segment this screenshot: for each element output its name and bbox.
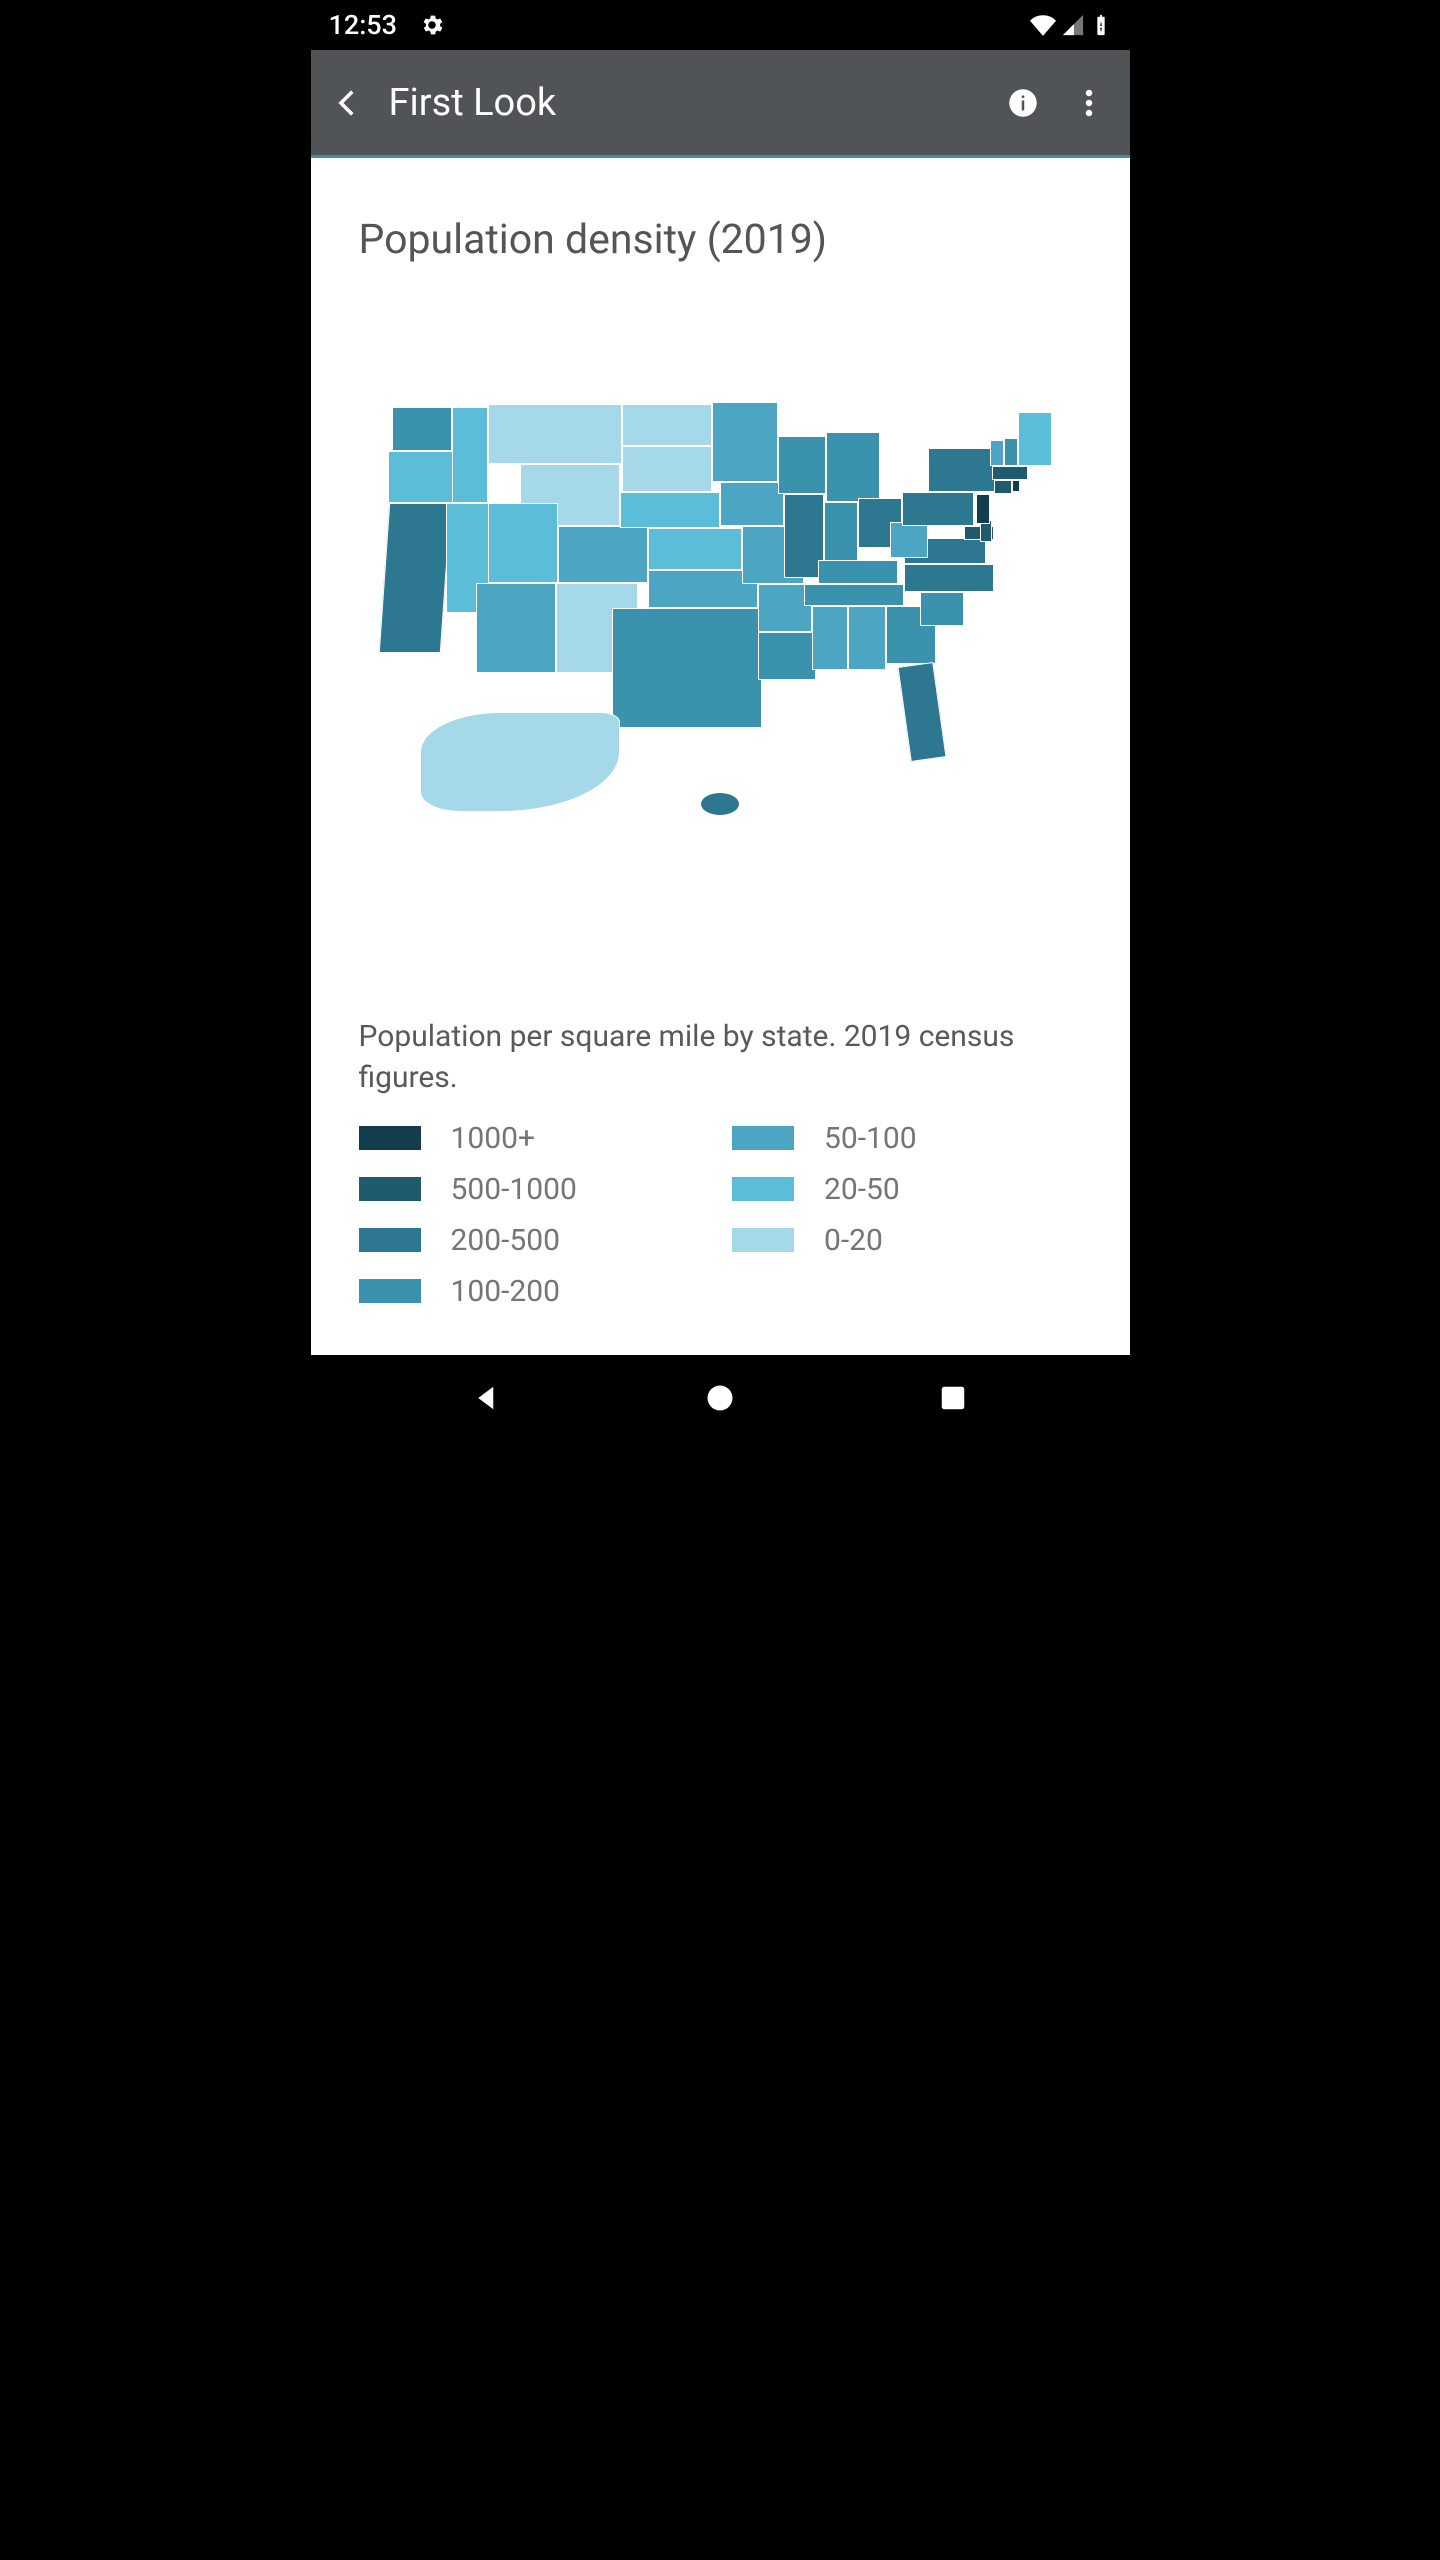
legend-swatch bbox=[359, 1279, 421, 1303]
state-LA[interactable] bbox=[758, 632, 816, 680]
app-title: First Look bbox=[389, 81, 978, 125]
state-NH[interactable] bbox=[1004, 438, 1018, 466]
legend-label: 1000+ bbox=[451, 1121, 535, 1156]
nav-recents-icon[interactable] bbox=[932, 1377, 974, 1419]
chart-title: Population density (2019) bbox=[359, 216, 1082, 264]
status-time: 12:53 bbox=[329, 9, 398, 41]
state-IA[interactable] bbox=[720, 482, 784, 526]
map-container bbox=[359, 292, 1082, 1012]
settings-icon bbox=[419, 12, 445, 38]
legend-item: 100-200 bbox=[359, 1274, 709, 1309]
state-HI[interactable] bbox=[700, 792, 740, 816]
state-AL[interactable] bbox=[848, 606, 886, 670]
legend-swatch bbox=[732, 1177, 794, 1201]
state-NE[interactable] bbox=[620, 492, 720, 528]
legend-title: Population per square mile by state. 201… bbox=[359, 1016, 1082, 1099]
legend-item: 20-50 bbox=[732, 1172, 1082, 1207]
more-icon[interactable] bbox=[1068, 82, 1110, 124]
state-TN[interactable] bbox=[804, 584, 904, 606]
state-WV[interactable] bbox=[890, 522, 928, 558]
legend-item: 0-20 bbox=[732, 1223, 1082, 1258]
legend-label: 50-100 bbox=[824, 1121, 917, 1156]
legend-label: 0-20 bbox=[824, 1223, 883, 1258]
state-SD[interactable] bbox=[622, 446, 712, 492]
legend-swatch bbox=[732, 1228, 794, 1252]
legend-label: 20-50 bbox=[824, 1172, 900, 1207]
legend-swatch bbox=[359, 1177, 421, 1201]
legend-item: 200-500 bbox=[359, 1223, 709, 1258]
state-KY[interactable] bbox=[818, 560, 898, 584]
state-NC[interactable] bbox=[904, 564, 994, 592]
state-UT[interactable] bbox=[488, 503, 558, 583]
state-MN[interactable] bbox=[712, 402, 778, 482]
nav-back-icon[interactable] bbox=[466, 1377, 508, 1419]
state-ID[interactable] bbox=[452, 407, 488, 503]
wifi-icon bbox=[1030, 12, 1056, 38]
legend-label: 200-500 bbox=[451, 1223, 560, 1258]
info-icon[interactable] bbox=[1002, 82, 1044, 124]
app-bar: First Look bbox=[311, 50, 1130, 158]
legend: Population per square mile by state. 201… bbox=[359, 1016, 1082, 1309]
legend-grid: 1000+ 50-100 500-1000 20-50 200-500 0-20 bbox=[359, 1121, 1082, 1309]
state-AK[interactable] bbox=[420, 712, 620, 812]
signal-icon bbox=[1062, 14, 1084, 36]
state-TX[interactable] bbox=[612, 608, 762, 728]
state-CT[interactable] bbox=[994, 480, 1012, 494]
state-ME[interactable] bbox=[1018, 412, 1052, 466]
state-OR[interactable] bbox=[388, 451, 460, 503]
legend-item: 1000+ bbox=[359, 1121, 709, 1156]
legend-item: 500-1000 bbox=[359, 1172, 709, 1207]
legend-label: 500-1000 bbox=[451, 1172, 577, 1207]
state-KS[interactable] bbox=[648, 528, 742, 570]
legend-swatch bbox=[359, 1126, 421, 1150]
back-icon[interactable] bbox=[331, 82, 365, 124]
state-AZ[interactable] bbox=[476, 583, 556, 673]
us-map[interactable] bbox=[380, 402, 1060, 832]
state-WA[interactable] bbox=[392, 407, 452, 451]
state-MT[interactable] bbox=[488, 404, 622, 464]
state-FL[interactable] bbox=[897, 662, 946, 762]
state-RI[interactable] bbox=[1012, 480, 1020, 492]
nav-bar bbox=[311, 1355, 1130, 1440]
status-bar: 12:53 bbox=[311, 0, 1130, 50]
state-CA[interactable] bbox=[379, 503, 451, 653]
content: Population density (2019) bbox=[311, 158, 1130, 1355]
legend-swatch bbox=[359, 1228, 421, 1252]
state-MI[interactable] bbox=[826, 432, 880, 502]
battery-icon bbox=[1090, 14, 1112, 36]
legend-swatch bbox=[732, 1126, 794, 1150]
nav-home-icon[interactable] bbox=[699, 1377, 741, 1419]
state-WI[interactable] bbox=[778, 436, 826, 494]
state-SC[interactable] bbox=[920, 592, 964, 626]
state-MA[interactable] bbox=[992, 466, 1028, 480]
state-ND[interactable] bbox=[622, 404, 712, 446]
state-PA[interactable] bbox=[902, 492, 974, 526]
state-VT[interactable] bbox=[990, 440, 1004, 466]
legend-item: 50-100 bbox=[732, 1121, 1082, 1156]
state-CO[interactable] bbox=[558, 526, 648, 583]
state-IN[interactable] bbox=[824, 502, 858, 564]
legend-label: 100-200 bbox=[451, 1274, 560, 1309]
state-NJ[interactable] bbox=[976, 494, 990, 524]
state-MS[interactable] bbox=[812, 606, 848, 670]
